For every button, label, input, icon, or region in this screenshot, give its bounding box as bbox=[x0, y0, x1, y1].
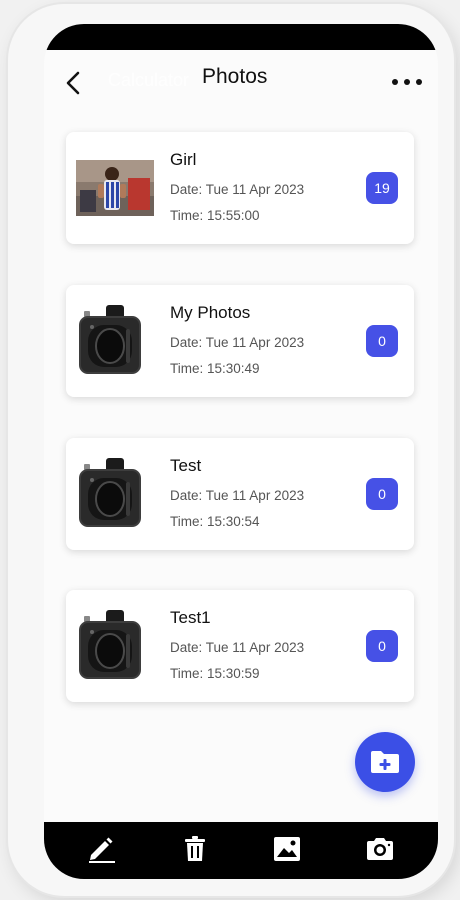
app-bar: Calculator Photos bbox=[44, 50, 438, 110]
album-count-badge: 19 bbox=[366, 172, 398, 204]
album-date: Date: Tue 11 Apr 2023 bbox=[170, 640, 305, 655]
chevron-left-icon bbox=[66, 71, 80, 95]
album-time: Time: 15:30:54 bbox=[170, 514, 260, 529]
album-name: Girl bbox=[170, 150, 197, 169]
album-card-test1[interactable]: Test1 Date: Tue 11 Apr 2023 Time: 15:30:… bbox=[66, 590, 414, 702]
camera-icon bbox=[366, 837, 393, 860]
album-name: My Photos bbox=[170, 303, 251, 322]
photo-thumbnail bbox=[76, 160, 154, 216]
album-date: Date: Tue 11 Apr 2023 bbox=[170, 335, 305, 350]
album-card-girl[interactable]: Girl Date: Tue 11 Apr 2023 Time: 15:55:0… bbox=[66, 132, 414, 244]
album-name: Test bbox=[170, 456, 202, 475]
more-dot bbox=[392, 79, 398, 85]
back-button[interactable] bbox=[64, 70, 82, 96]
delete-button[interactable] bbox=[175, 829, 215, 869]
more-dot bbox=[416, 79, 422, 85]
gallery-button[interactable] bbox=[267, 829, 307, 869]
more-options-button[interactable] bbox=[392, 76, 422, 88]
album-name: Test1 bbox=[170, 608, 211, 627]
trash-icon bbox=[184, 835, 205, 861]
album-count-badge: 0 bbox=[366, 325, 398, 357]
album-date: Date: Tue 11 Apr 2023 bbox=[170, 182, 305, 197]
app-screen: Calculator Photos Girl Date: Tue 11 Apr … bbox=[44, 24, 438, 879]
album-time: Time: 15:30:49 bbox=[170, 361, 260, 376]
phone-frame: Calculator Photos Girl Date: Tue 11 Apr … bbox=[8, 4, 454, 896]
album-card-test[interactable]: Test Date: Tue 11 Apr 2023 Time: 15:30:5… bbox=[66, 438, 414, 550]
edit-button[interactable] bbox=[82, 829, 122, 869]
camera-button[interactable] bbox=[360, 829, 400, 869]
album-time: Time: 15:30:59 bbox=[170, 666, 260, 681]
camera-icon bbox=[79, 458, 141, 527]
album-card-my-photos[interactable]: My Photos Date: Tue 11 Apr 2023 Time: 15… bbox=[66, 285, 414, 397]
add-folder-button[interactable] bbox=[355, 732, 415, 792]
album-count-badge: 0 bbox=[366, 478, 398, 510]
more-dot bbox=[404, 79, 410, 85]
camera-icon bbox=[79, 305, 141, 374]
album-date: Date: Tue 11 Apr 2023 bbox=[170, 488, 305, 503]
status-bar bbox=[44, 24, 438, 50]
bottom-toolbar bbox=[44, 822, 438, 879]
pencil-icon bbox=[89, 837, 116, 863]
page-title: Photos bbox=[202, 65, 268, 88]
ghost-title-text: Calculator bbox=[108, 70, 190, 90]
camera-icon bbox=[79, 610, 141, 679]
folder-add-icon bbox=[371, 751, 399, 773]
image-icon bbox=[274, 836, 301, 861]
album-time: Time: 15:55:00 bbox=[170, 208, 260, 223]
album-count-badge: 0 bbox=[366, 630, 398, 662]
